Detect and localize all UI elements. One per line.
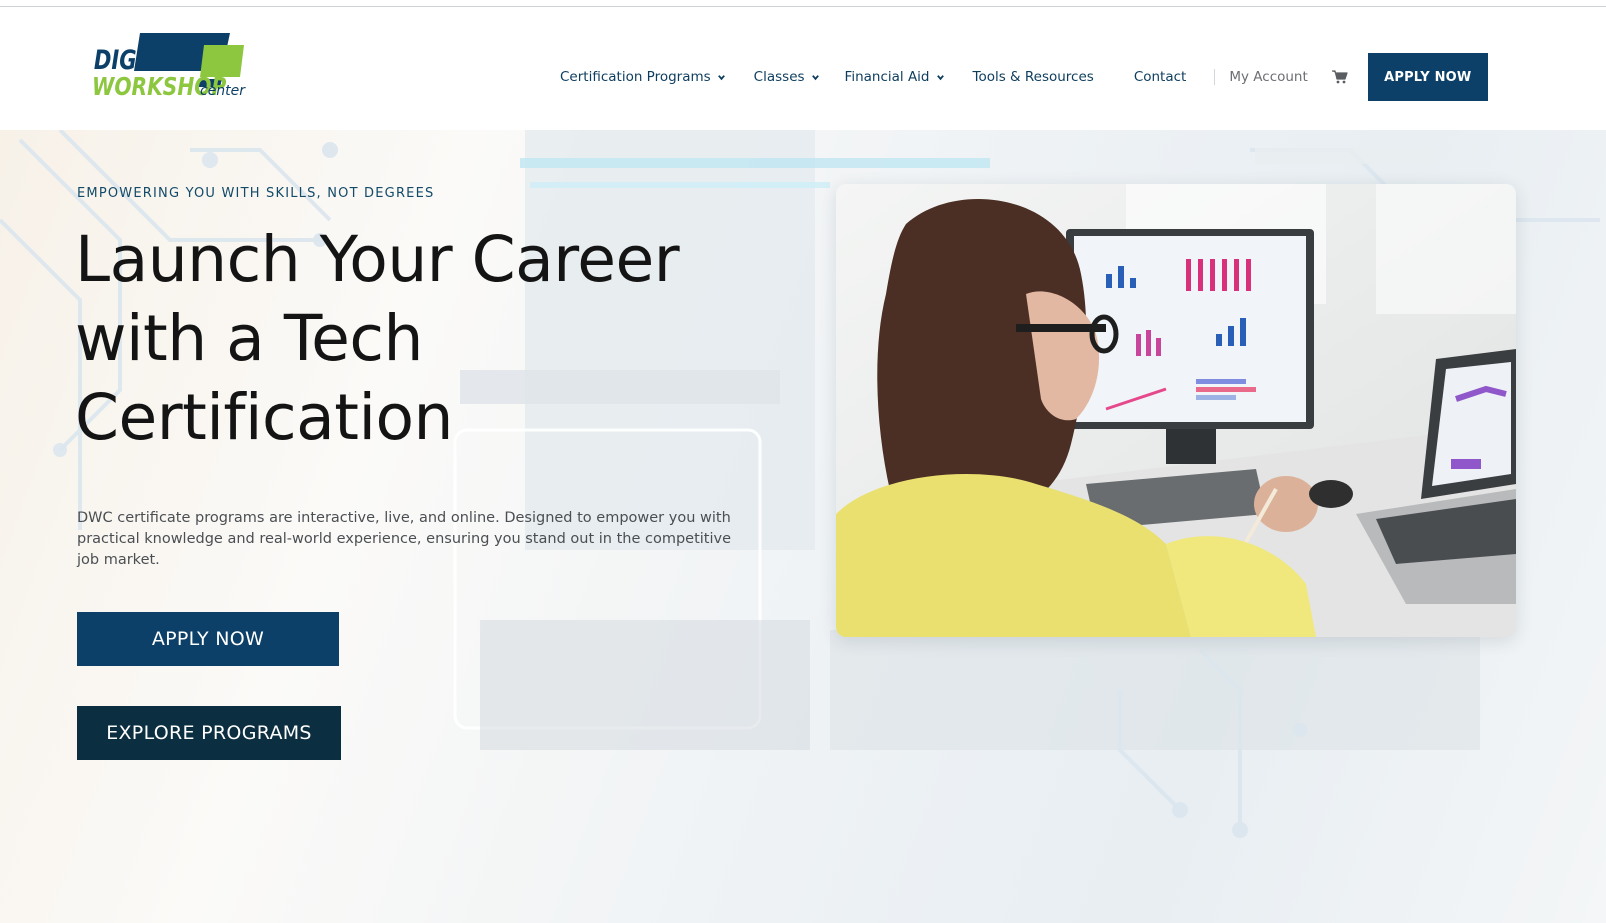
chevron-down-icon: [811, 74, 819, 80]
header-apply-now-button[interactable]: APPLY NOW: [1367, 53, 1488, 101]
nav-contact[interactable]: Contact: [1134, 69, 1187, 85]
cart-icon[interactable]: [1331, 70, 1348, 84]
hero-section: EMPOWERING YOU WITH SKILLS, NOT DEGREES …: [0, 130, 1606, 923]
woman-at-computer-image: [836, 184, 1516, 637]
chevron-down-icon: [936, 74, 944, 80]
hero-headline: Launch Your Career with a Tech Certifica…: [75, 223, 680, 454]
logo-line1: DIGITAL: [94, 45, 187, 76]
nav-financial-aid[interactable]: Financial Aid: [845, 69, 945, 85]
site-logo[interactable]: DIGITAL WORKSHOP center: [92, 31, 252, 101]
nav-certification-programs[interactable]: Certification Programs: [560, 69, 726, 85]
explore-programs-button[interactable]: EXPLORE PROGRAMS: [77, 706, 341, 760]
nav-label: Financial Aid: [844, 69, 930, 85]
hero-photo: [836, 184, 1516, 637]
hero-eyebrow: EMPOWERING YOU WITH SKILLS, NOT DEGREES: [77, 186, 435, 201]
my-account-link[interactable]: My Account: [1229, 69, 1307, 85]
logo-line3: center: [200, 83, 246, 99]
nav-label: Classes: [753, 69, 805, 85]
nav-label: Certification Programs: [560, 69, 711, 85]
site-header: DIGITAL WORKSHOP center Certification Pr…: [0, 7, 1606, 130]
account-label: My Account: [1229, 69, 1308, 85]
nav-label: Tools & Resources: [972, 69, 1094, 85]
nav-label: Contact: [1133, 69, 1187, 85]
nav-classes[interactable]: Classes: [754, 69, 820, 85]
hero-description: DWC certificate programs are interactive…: [77, 510, 731, 568]
nav-tools-resources[interactable]: Tools & Resources: [973, 69, 1094, 85]
logo-mark: DIGITAL WORKSHOP center: [92, 33, 246, 101]
nav-divider: [1214, 69, 1216, 85]
chevron-down-icon: [717, 74, 725, 80]
hero-apply-now-button[interactable]: APPLY NOW: [77, 612, 339, 666]
main-nav: Certification Programs Classes Financial…: [560, 53, 1488, 101]
